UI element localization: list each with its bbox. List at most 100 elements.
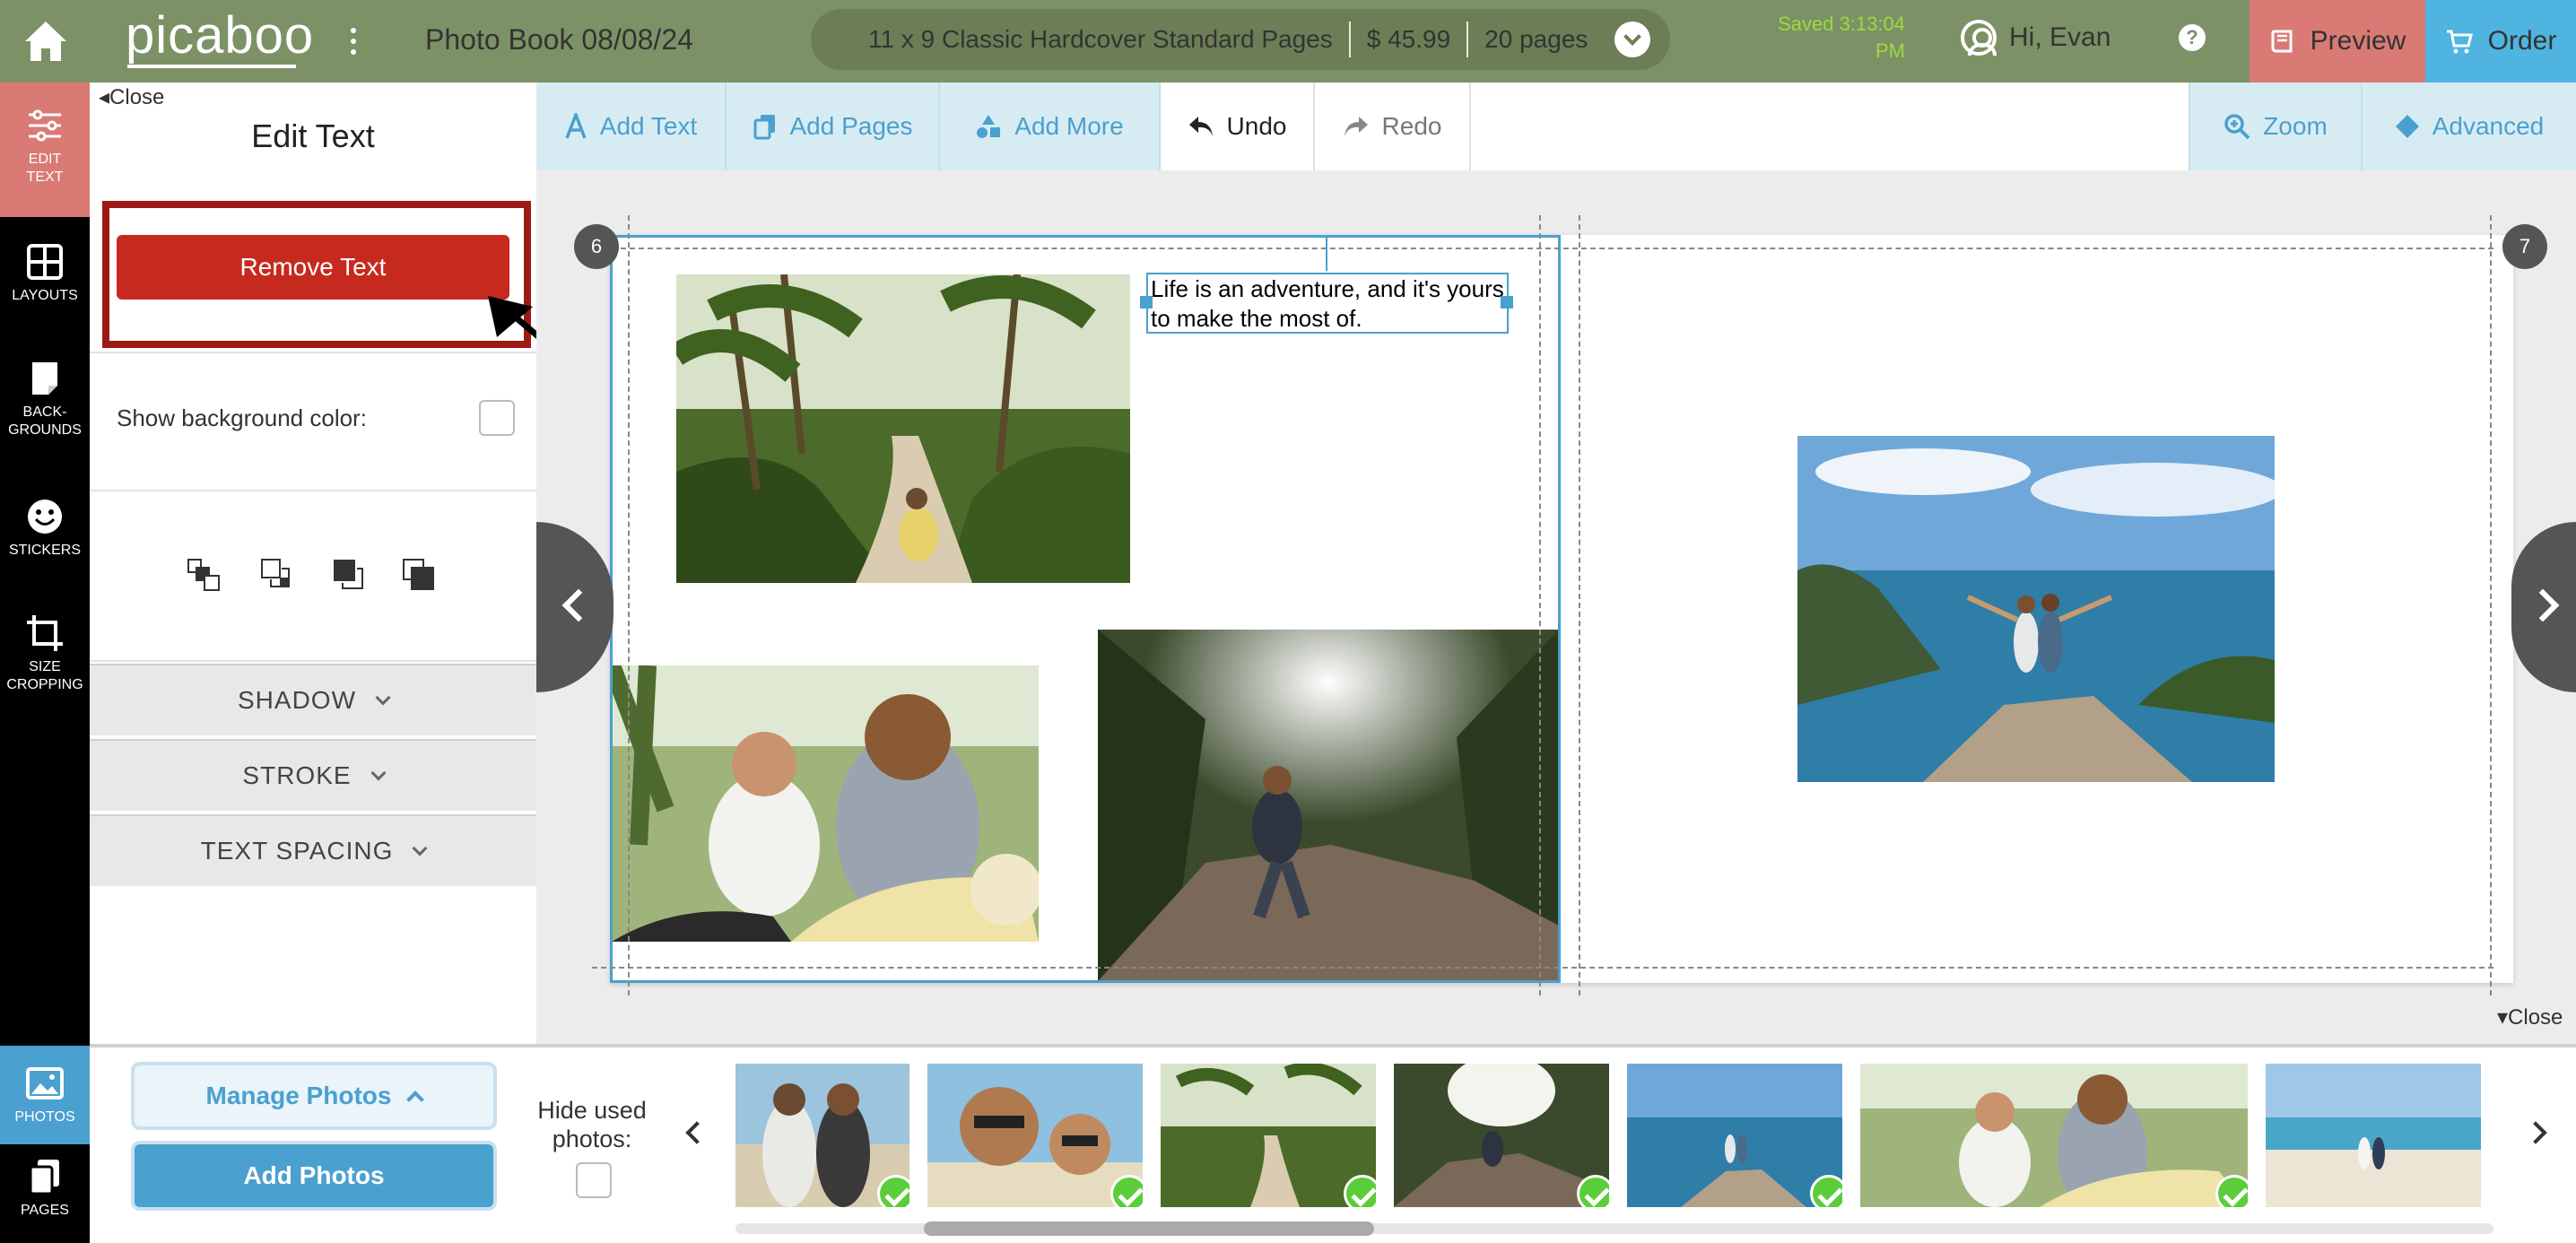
chevron-down-icon[interactable]: [1614, 22, 1651, 57]
redo-icon: [1344, 117, 1368, 136]
book-title[interactable]: Photo Book 08/08/24: [425, 20, 693, 59]
smiley-icon: [28, 500, 62, 534]
panel-close-label: Close: [109, 85, 165, 109]
photo-thumbnail[interactable]: [1394, 1064, 1609, 1207]
undo-button[interactable]: Undo: [1161, 83, 1315, 170]
rail-edit-text[interactable]: EDIT TEXT: [0, 83, 90, 217]
shapes-icon: [977, 115, 1001, 138]
book-icon: [2271, 30, 2293, 53]
tray-close-label: Close: [2508, 1005, 2563, 1030]
send-to-back-icon[interactable]: [400, 556, 439, 595]
text-snap-guide: [1326, 235, 1327, 271]
home-icon[interactable]: [20, 16, 72, 66]
saved-status: Saved 3:13:04 PM: [1760, 11, 1905, 65]
photo-thumbnail[interactable]: [735, 1064, 909, 1207]
stroke-accordion[interactable]: STROKE: [90, 739, 536, 811]
used-check-icon: [877, 1175, 909, 1207]
saved-status-time: Saved 3:13:04: [1778, 13, 1905, 35]
user-greeting[interactable]: Hi, Evan: [2009, 22, 2110, 54]
resize-handle[interactable]: [1501, 296, 1513, 309]
page-number-right: 7: [2502, 224, 2547, 269]
rail-pages[interactable]: PAGES: [0, 1157, 90, 1220]
photo-thumbnail[interactable]: [927, 1064, 1143, 1207]
page-number-left: 6: [574, 224, 619, 269]
advanced-button[interactable]: Advanced: [2363, 83, 2576, 170]
rail-photos[interactable]: PHOTOS: [0, 1046, 90, 1144]
crop-icon: [27, 615, 63, 651]
caret-left-icon: ◂: [99, 85, 110, 109]
rail-label: STICKERS: [8, 543, 81, 558]
panel-close-link[interactable]: ◂Close: [99, 84, 164, 111]
product-price: $ 45.99: [1366, 25, 1451, 53]
add-pages-label: Add Pages: [789, 112, 913, 140]
preview-button[interactable]: Preview: [2250, 0, 2425, 83]
zoom-button[interactable]: Zoom: [2189, 83, 2363, 170]
add-more-button[interactable]: Add More: [940, 83, 1161, 170]
add-pages-button[interactable]: Add Pages: [727, 83, 940, 170]
pill-divider: [1466, 22, 1469, 57]
undo-icon: [1188, 117, 1213, 136]
pages-icon: [29, 1160, 59, 1195]
used-check-icon: [1110, 1175, 1143, 1207]
undo-label: Undo: [1226, 112, 1287, 140]
used-check-icon: [1577, 1175, 1609, 1207]
hide-used-photos-checkbox[interactable]: [576, 1162, 612, 1198]
manage-photos-button[interactable]: Manage Photos: [131, 1062, 497, 1130]
chevron-right-icon: [2526, 588, 2560, 622]
text-spacing-accordion[interactable]: TEXT SPACING: [90, 814, 536, 886]
help-icon[interactable]: ?: [2179, 24, 2206, 51]
photo-tray-close-link[interactable]: ▾Close: [2497, 1004, 2563, 1030]
shadow-accordion[interactable]: SHADOW: [90, 664, 536, 735]
bring-to-front-icon[interactable]: [330, 556, 370, 595]
photo-thumbnail[interactable]: [2266, 1064, 2481, 1207]
rail-label: PAGES: [21, 1203, 69, 1218]
add-text-button[interactable]: Add Text: [536, 83, 727, 170]
caret-down-icon: ▾: [2497, 1005, 2509, 1030]
rail-label: PHOTOS: [14, 1109, 75, 1125]
text-box-line: Life is an adventure, and it's yours: [1151, 275, 1504, 302]
rail-stickers[interactable]: STICKERS: [0, 497, 90, 560]
rail-label: SIZE: [29, 659, 61, 674]
redo-button[interactable]: Redo: [1315, 83, 1471, 170]
remove-text-button[interactable]: Remove Text: [117, 235, 509, 300]
show-bg-color-checkbox[interactable]: [479, 400, 515, 436]
rail-label: TEXT: [26, 170, 64, 185]
photo-thumbnail[interactable]: [1161, 1064, 1376, 1207]
photo-strip-scroll-thumb[interactable]: [924, 1221, 1374, 1236]
diamond-icon: [2395, 115, 2419, 138]
add-photos-button[interactable]: Add Photos: [131, 1141, 497, 1211]
chevron-left-icon: [561, 588, 596, 622]
sliders-icon: [29, 109, 61, 142]
resize-handle[interactable]: [1140, 296, 1153, 309]
cart-icon: [2446, 30, 2473, 54]
rail-label: BACK-: [22, 404, 67, 420]
backgrounds-icon: [32, 362, 57, 395]
rail-layouts[interactable]: LAYOUTS: [0, 242, 90, 305]
zoom-icon: [2224, 114, 2250, 140]
send-backward-icon[interactable]: [258, 556, 298, 595]
more-menu-icon[interactable]: [344, 22, 362, 61]
hide-used-photos-label: Hide used photos:: [529, 1096, 655, 1153]
product-selector[interactable]: 11 x 9 Classic Hardcover Standard Pages …: [811, 9, 1670, 70]
bleed-guide: [592, 967, 2493, 969]
preview-label: Preview: [2310, 26, 2406, 56]
bring-forward-icon[interactable]: [185, 556, 224, 595]
panel-divider: [90, 490, 536, 491]
used-check-icon: [1810, 1175, 1842, 1207]
rail-backgrounds[interactable]: BACK- GROUNDS: [0, 359, 90, 439]
chevron-down-icon: [370, 765, 387, 781]
rail-size-cropping[interactable]: SIZE CROPPING: [0, 613, 90, 694]
photo-thumbnail[interactable]: [1860, 1064, 2248, 1207]
photo-thumbnail[interactable]: [1627, 1064, 1842, 1207]
bleed-guide: [2490, 215, 2492, 995]
chevron-up-icon: [406, 1091, 425, 1108]
user-icon[interactable]: [1961, 20, 1997, 56]
order-label: Order: [2487, 26, 2557, 56]
rail-label: CROPPING: [6, 677, 83, 692]
text-box-selected[interactable]: Life is an adventure, and it's yours to …: [1146, 273, 1509, 334]
saved-status-ampm: PM: [1875, 39, 1905, 62]
text-box-line: to make the most of.: [1151, 305, 1362, 332]
product-name: 11 x 9 Classic Hardcover Standard Pages: [868, 25, 1333, 53]
order-button[interactable]: Order: [2425, 0, 2576, 83]
photo-couple-cliff-sea[interactable]: [1797, 436, 2275, 782]
